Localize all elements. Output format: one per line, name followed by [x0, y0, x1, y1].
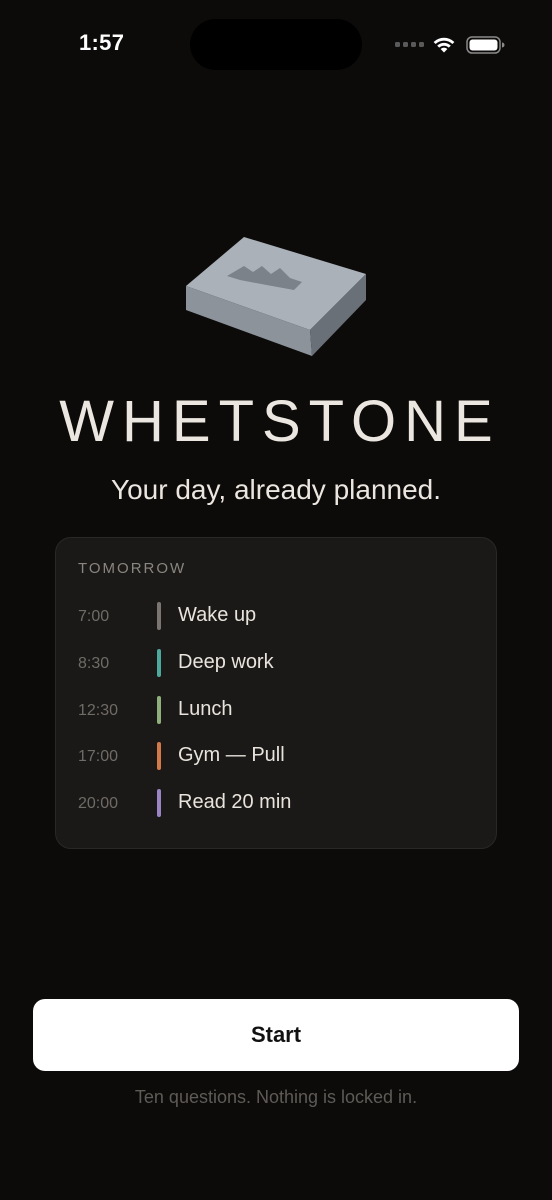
status-time: 1:57 [79, 30, 125, 55]
schedule-row: 17:00 Gym — Pull [56, 742, 498, 772]
color-bar [157, 789, 161, 817]
cellular-signal-icon [395, 42, 424, 47]
card-heading: TOMORROW [78, 560, 187, 577]
whetstone-logo-icon [186, 237, 366, 356]
schedule-time: 8:30 [78, 655, 110, 672]
color-bar [157, 602, 161, 630]
schedule-preview-card: TOMORROW 7:00 Wake up 8:30 Deep work 12:… [55, 537, 497, 849]
schedule-label: Lunch [178, 698, 233, 720]
dynamic-island [190, 19, 362, 70]
color-bar [157, 742, 161, 770]
app-title: WHETSTONE [59, 389, 501, 454]
battery-icon [466, 36, 505, 54]
schedule-time: 12:30 [78, 702, 119, 719]
start-button[interactable]: Start [33, 999, 519, 1071]
schedule-row: 20:00 Read 20 min [56, 789, 498, 819]
schedule-time: 7:00 [78, 608, 110, 625]
schedule-row: 8:30 Deep work [56, 649, 498, 679]
onboarding-screen: 1:57 WHETSTONE Your day, already planned… [0, 0, 552, 1200]
schedule-time: 17:00 [78, 748, 119, 765]
wifi-icon [433, 37, 455, 53]
tagline: Your day, already planned. [110, 474, 442, 505]
schedule-label: Deep work [178, 651, 274, 673]
schedule-label: Gym — Pull [178, 744, 285, 766]
color-bar [157, 696, 161, 724]
color-bar [157, 649, 161, 677]
footnote: Ten questions. Nothing is locked in. [134, 1087, 418, 1107]
schedule-label: Wake up [178, 604, 257, 626]
schedule-row: 7:00 Wake up [56, 602, 498, 632]
schedule-label: Read 20 min [178, 791, 292, 813]
schedule-row: 12:30 Lunch [56, 696, 498, 726]
schedule-time: 20:00 [78, 795, 119, 812]
